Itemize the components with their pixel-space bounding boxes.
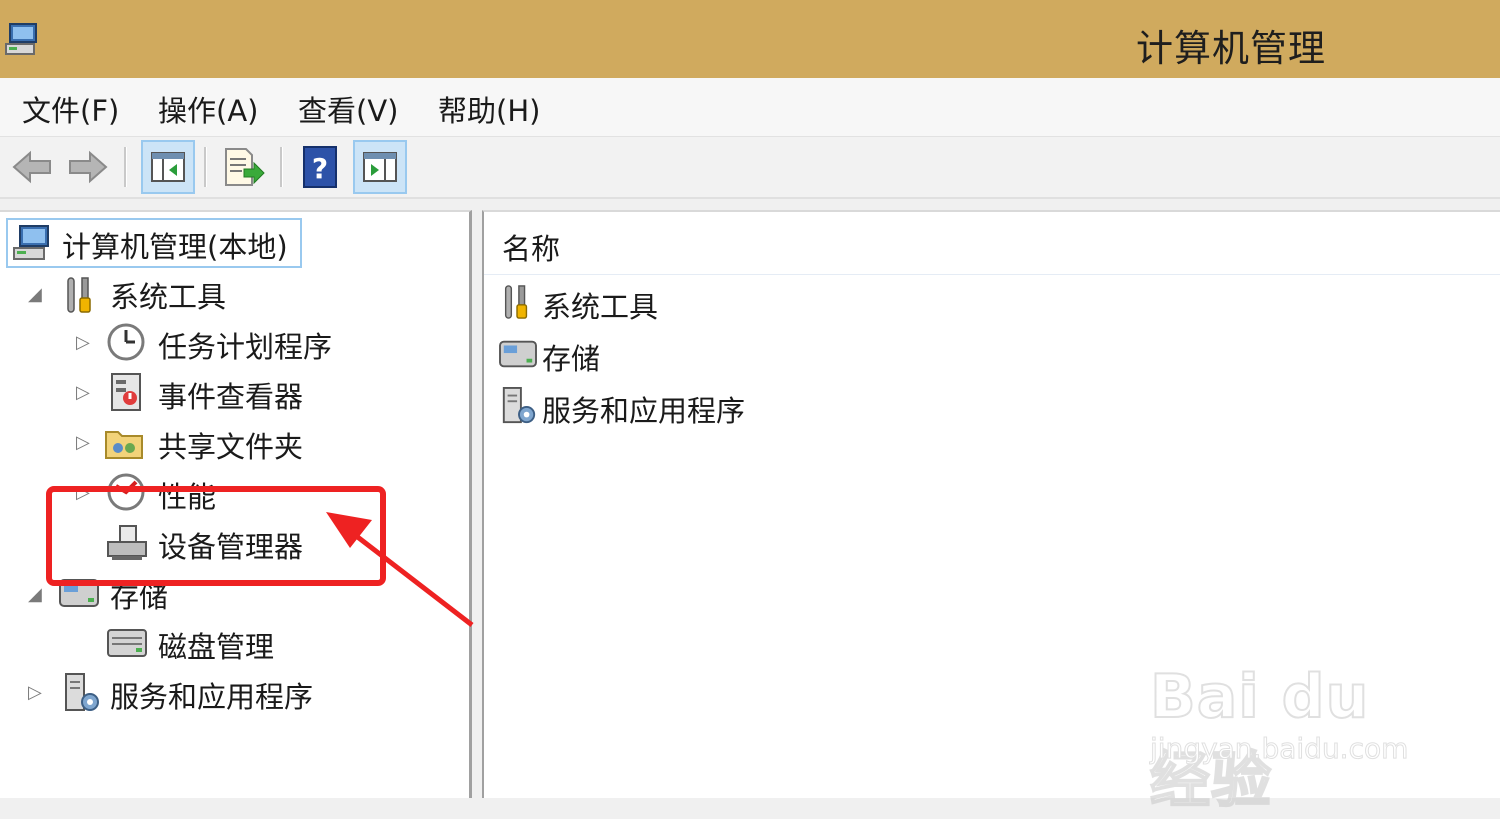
- system-tools-icon: [67, 277, 91, 313]
- toolbar-separator: [280, 147, 283, 187]
- tree-label-root: 计算机管理(本地): [62, 230, 288, 264]
- menu-view[interactable]: 查看(V): [298, 88, 398, 130]
- show-hide-console-tree-button[interactable]: [141, 140, 195, 194]
- services-apps-icon: [65, 673, 99, 711]
- menu-help[interactable]: 帮助(H): [438, 88, 540, 130]
- help-icon[interactable]: ?: [302, 145, 338, 189]
- baidu-jingyan-watermark: Bai du 经验 jingyan.baidu.com: [1149, 640, 1440, 817]
- annotation-highlight-box: [46, 486, 386, 586]
- disk-management-icon: [107, 629, 147, 657]
- expand-arrow-icon[interactable]: ▷: [76, 432, 90, 453]
- column-header[interactable]: 名称: [484, 212, 1500, 275]
- list-item[interactable]: 系统工具: [542, 284, 658, 326]
- toolbar-separator: [204, 147, 207, 187]
- menu-bar: 文件(F) 操作(A) 查看(V) 帮助(H): [0, 78, 1500, 137]
- computer-management-icon: [13, 225, 49, 260]
- expand-arrow-icon[interactable]: ▷: [28, 682, 42, 703]
- tree-label-shared-folders[interactable]: 共享文件夹: [158, 424, 303, 466]
- expand-arrow-icon[interactable]: ▷: [76, 382, 90, 403]
- computer-management-icon: [5, 23, 37, 55]
- toolbar-separator: [124, 147, 127, 187]
- tree-label-disk-management[interactable]: 磁盘管理: [158, 624, 274, 666]
- collapse-arrow-icon[interactable]: ◢: [28, 284, 42, 305]
- services-apps-icon: [502, 387, 536, 424]
- tree-label-system-tools[interactable]: 系统工具: [110, 274, 226, 316]
- menu-file[interactable]: 文件(F): [22, 88, 119, 130]
- system-tools-icon: [504, 285, 528, 319]
- show-hide-console-tree-icon: [151, 152, 185, 182]
- tree-label-task-scheduler[interactable]: 任务计划程序: [158, 324, 332, 366]
- svg-text:?: ?: [312, 152, 328, 185]
- forward-arrow-icon[interactable]: [66, 145, 110, 189]
- list-item[interactable]: 服务和应用程序: [542, 388, 745, 430]
- export-list-icon[interactable]: [220, 145, 266, 189]
- clock-icon: [107, 323, 145, 361]
- event-viewer-icon: [111, 373, 141, 411]
- storage-icon: [499, 340, 537, 368]
- tree-label-services-apps[interactable]: 服务和应用程序: [110, 674, 313, 716]
- menu-action[interactable]: 操作(A): [158, 88, 258, 130]
- show-hide-action-pane-icon: [363, 152, 397, 182]
- title-bar: 计算机管理: [0, 0, 1500, 78]
- collapse-arrow-icon[interactable]: ◢: [28, 584, 42, 605]
- shared-folder-icon: [105, 431, 143, 459]
- show-hide-action-pane-button[interactable]: [353, 140, 407, 194]
- column-header-name[interactable]: 名称: [502, 226, 560, 268]
- back-arrow-icon[interactable]: [10, 145, 54, 189]
- list-item[interactable]: 存储: [542, 336, 600, 378]
- tree-label-event-viewer[interactable]: 事件查看器: [158, 374, 303, 416]
- toolbar: ?: [0, 137, 1500, 199]
- window-title: 计算机管理: [1136, 27, 1326, 70]
- watermark-url: jingyan.baidu.com: [1149, 732, 1409, 766]
- expand-arrow-icon[interactable]: ▷: [76, 332, 90, 353]
